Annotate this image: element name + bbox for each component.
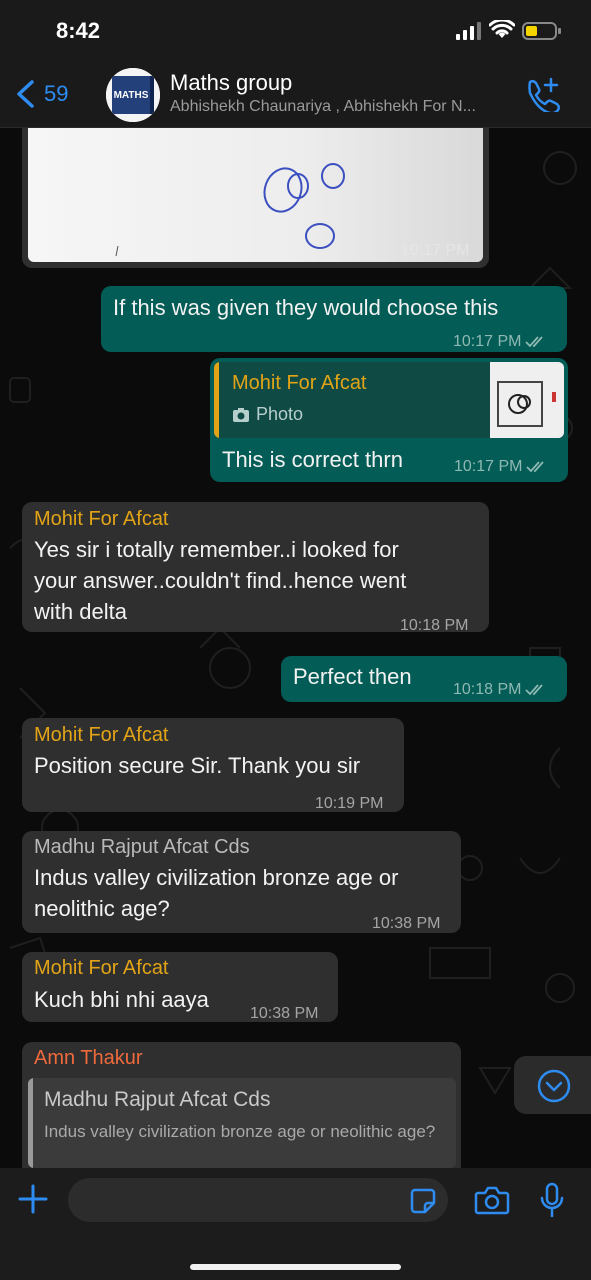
quote-photo-label: Photo	[232, 404, 303, 425]
avatar[interactable]: MATHS	[106, 68, 160, 122]
wifi-icon	[489, 20, 515, 38]
plus-icon[interactable]	[18, 1184, 48, 1214]
unread-count: 59	[44, 81, 69, 106]
message-line: with delta	[34, 599, 127, 624]
battery-icon	[522, 22, 561, 40]
sender-name: Mohit For Afcat	[34, 724, 169, 746]
quoted-message[interactable]: Madhu Rajput Afcat Cds Indus valley civi…	[28, 1078, 456, 1168]
message-input[interactable]	[68, 1178, 448, 1222]
sender-name: Madhu Rajput Afcat Cds	[34, 836, 250, 858]
image-message[interactable]: 10:17 PM	[22, 128, 489, 268]
message-time: 10:18 PM	[453, 674, 547, 705]
message-incoming[interactable]: Mohit For Afcat Position secure Sir. Tha…	[22, 718, 404, 812]
message-text: This is correct thrn	[222, 447, 403, 472]
message-text: Perfect then	[293, 664, 412, 689]
sender-name: Mohit For Afcat	[34, 508, 169, 530]
double-check-icon	[525, 684, 544, 696]
message-outgoing[interactable]: Perfect then 10:18 PM	[281, 656, 567, 702]
message-line: Indus valley civilization bronze age or	[34, 865, 399, 890]
quote-author: Mohit For Afcat	[232, 372, 367, 394]
camera-small-icon	[233, 407, 249, 422]
message-time: 10:19 PM	[315, 795, 384, 812]
scroll-down-button[interactable]	[514, 1056, 591, 1114]
camera-icon[interactable]	[474, 1184, 510, 1216]
message-incoming[interactable]: Madhu Rajput Afcat Cds Indus valley civi…	[22, 831, 461, 933]
page-title[interactable]: Maths group	[170, 70, 292, 96]
message-time: 10:17 PM	[453, 326, 547, 357]
message-time: 10:17 PM	[401, 242, 470, 259]
double-check-icon	[525, 336, 544, 348]
quoted-message[interactable]: Mohit For Afcat Photo	[214, 362, 564, 438]
group-avatar-image: MATHS	[106, 68, 160, 122]
back-chevron-icon	[17, 80, 34, 108]
message-time: 10:18 PM	[400, 617, 469, 634]
group-members[interactable]: Abhishekh Chaunariya , Abhishekh For N..…	[170, 98, 520, 116]
scroll-down-icon	[537, 1069, 571, 1103]
message-time: 10:38 PM	[250, 1005, 319, 1022]
message-text: If this was given they would choose this	[113, 295, 499, 320]
mic-icon[interactable]	[539, 1182, 565, 1218]
message-incoming[interactable]: Mohit For Afcat Kuch bhi nhi aaya 10:38 …	[22, 952, 338, 1022]
quote-author: Madhu Rajput Afcat Cds	[44, 1088, 271, 1111]
chat-header: 59 MATHS Maths group Abhishekh Chaunariy…	[0, 62, 591, 128]
input-bar	[0, 1168, 591, 1280]
back-button[interactable]: 59	[14, 76, 68, 112]
sticker-icon[interactable]	[409, 1187, 437, 1215]
signal-icon	[456, 22, 481, 40]
quote-text: Indus valley civilization bronze age or …	[44, 1122, 436, 1141]
status-bar: 8:42	[0, 0, 591, 62]
message-time: 10:38 PM	[372, 915, 441, 932]
sender-name: Mohit For Afcat	[34, 957, 169, 979]
message-line: neolithic age?	[34, 896, 170, 921]
sender-name: Amn Thakur	[34, 1047, 143, 1069]
quote-bar	[28, 1078, 33, 1168]
message-text: Kuch bhi nhi aaya	[34, 987, 209, 1012]
status-time: 8:42	[56, 18, 101, 43]
double-check-icon	[526, 461, 545, 473]
avatar-text: MATHS	[114, 90, 149, 101]
message-outgoing[interactable]: If this was given they would choose this…	[101, 286, 567, 352]
home-indicator	[190, 1264, 401, 1270]
quote-thumbnail	[490, 362, 564, 438]
message-line: Yes sir i totally remember..i looked for	[34, 537, 399, 562]
message-line: your answer..couldn't find..hence went	[34, 568, 407, 593]
message-time: 10:17 PM	[454, 458, 548, 476]
message-text: Position secure Sir. Thank you sir	[34, 753, 361, 778]
message-incoming[interactable]: Mohit For Afcat Yes sir i totally rememb…	[22, 502, 489, 634]
quote-bar	[214, 362, 219, 438]
call-add-icon[interactable]	[524, 76, 560, 112]
